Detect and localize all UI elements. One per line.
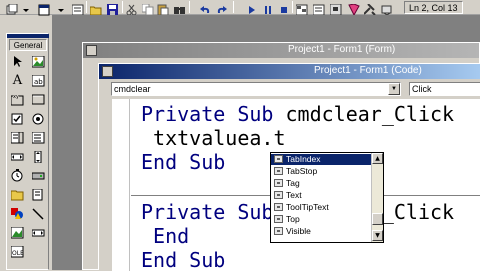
option-button-tool-icon[interactable] bbox=[31, 111, 46, 126]
hscrollbar-tool-icon[interactable] bbox=[10, 149, 25, 164]
run-icon[interactable] bbox=[246, 1, 258, 14]
form-window-title: Project1 - Form1 (Form) bbox=[288, 44, 396, 55]
object-combo-value: cmdclear bbox=[114, 84, 151, 94]
procedure-combo[interactable]: Click bbox=[409, 82, 480, 96]
autocomplete-item[interactable]: Visible bbox=[271, 226, 372, 237]
pointer-tool-icon[interactable] bbox=[10, 54, 25, 69]
stop-icon[interactable] bbox=[278, 1, 290, 13]
redo-icon[interactable] bbox=[216, 1, 228, 13]
property-icon bbox=[274, 203, 283, 211]
code-window-titlebar[interactable]: Project1 - Form1 (Code) bbox=[99, 64, 480, 79]
open-icon[interactable] bbox=[89, 1, 102, 16]
autocomplete-item[interactable]: Text bbox=[271, 190, 372, 201]
form-layout-icon[interactable] bbox=[329, 1, 342, 16]
drive-listbox-tool-icon[interactable] bbox=[31, 168, 46, 183]
checkbox-tool-icon[interactable] bbox=[10, 111, 25, 126]
svg-text:ab: ab bbox=[34, 78, 43, 86]
dir-listbox-tool-icon[interactable] bbox=[10, 187, 25, 202]
undo-icon[interactable] bbox=[200, 1, 212, 13]
save-icon[interactable] bbox=[107, 1, 119, 15]
object-browser-icon[interactable] bbox=[348, 1, 360, 17]
toolbox-titlebar[interactable] bbox=[7, 34, 49, 38]
picturebox-tool-icon[interactable] bbox=[31, 54, 46, 69]
add-project-icon[interactable] bbox=[6, 1, 18, 15]
svg-text:OLE: OLE bbox=[12, 250, 24, 257]
data-view-icon[interactable] bbox=[381, 1, 393, 16]
code-window-title: Project1 - Form1 (Code) bbox=[314, 65, 422, 76]
textbox-tool-icon[interactable]: ab bbox=[31, 73, 46, 88]
file-listbox-tool-icon[interactable] bbox=[31, 187, 46, 202]
add-form-icon[interactable] bbox=[38, 1, 50, 16]
shape-tool-icon[interactable] bbox=[10, 206, 25, 221]
dropdown-arrow-icon[interactable] bbox=[57, 1, 69, 13]
toolbox-panel: General A ab xy OLE bbox=[6, 33, 49, 270]
code-line: End Sub bbox=[141, 248, 226, 271]
cut-icon[interactable] bbox=[126, 1, 138, 16]
menu-editor-icon[interactable] bbox=[71, 1, 84, 16]
autocomplete-item[interactable]: Tag bbox=[271, 178, 372, 189]
svg-text:xy: xy bbox=[13, 94, 19, 100]
data-control-tool-icon[interactable] bbox=[31, 225, 46, 240]
line-tool-icon[interactable] bbox=[31, 206, 46, 221]
pause-icon[interactable] bbox=[262, 1, 274, 14]
procedure-combo-value: Click bbox=[412, 84, 432, 94]
autocomplete-list[interactable]: TabIndex TabStop Tag Text ToolTipText To… bbox=[270, 152, 384, 243]
combobox-tool-icon[interactable] bbox=[10, 130, 25, 145]
dropdown-arrow-icon[interactable] bbox=[22, 1, 34, 13]
autocomplete-scrollbar[interactable]: ▲ ▼ bbox=[371, 153, 383, 242]
project-explorer-icon[interactable] bbox=[295, 1, 308, 16]
code-line: End Sub bbox=[141, 150, 226, 174]
vscrollbar-tool-icon[interactable] bbox=[31, 149, 46, 164]
find-icon[interactable] bbox=[174, 1, 186, 14]
autocomplete-item[interactable]: Top bbox=[271, 214, 372, 225]
command-button-tool-icon[interactable] bbox=[31, 92, 46, 107]
code-window-icon bbox=[102, 66, 113, 77]
property-icon bbox=[274, 167, 283, 175]
toolbox-tab-general[interactable]: General bbox=[9, 39, 47, 51]
autocomplete-item[interactable]: ToolTipText bbox=[271, 202, 372, 213]
autocomplete-item[interactable]: TabStop bbox=[271, 166, 372, 177]
property-icon bbox=[274, 215, 283, 223]
cursor-position-readout: Ln 2, Col 13 bbox=[404, 1, 463, 14]
listbox-tool-icon[interactable] bbox=[31, 130, 46, 145]
label-tool-icon[interactable]: A bbox=[10, 73, 25, 88]
chevron-down-icon[interactable]: ▼ bbox=[388, 83, 400, 95]
scroll-down-icon[interactable]: ▼ bbox=[372, 230, 383, 241]
properties-icon[interactable] bbox=[312, 1, 325, 16]
toolbox-icon[interactable] bbox=[363, 1, 376, 16]
property-icon bbox=[274, 179, 283, 187]
scroll-thumb[interactable] bbox=[372, 213, 383, 225]
paste-icon[interactable] bbox=[157, 1, 169, 16]
image-tool-icon[interactable] bbox=[10, 225, 25, 240]
autocomplete-item[interactable]: TabIndex bbox=[271, 154, 372, 165]
timer-tool-icon[interactable] bbox=[10, 168, 25, 183]
ole-tool-icon[interactable]: OLE bbox=[10, 244, 25, 259]
form-window-icon bbox=[86, 45, 97, 56]
property-icon bbox=[274, 227, 283, 235]
property-icon bbox=[274, 155, 283, 163]
frame-tool-icon[interactable]: xy bbox=[10, 92, 25, 107]
object-combo[interactable]: cmdclear ▼ bbox=[111, 82, 401, 96]
code-line: txtvaluea.t bbox=[141, 126, 286, 150]
editor-margin[interactable] bbox=[112, 99, 130, 271]
scroll-up-icon[interactable]: ▲ bbox=[372, 153, 383, 164]
property-icon bbox=[274, 191, 283, 199]
copy-icon[interactable] bbox=[141, 1, 154, 16]
standard-toolbar: Ln 2, Col 13 bbox=[0, 0, 480, 17]
code-line: End bbox=[141, 224, 190, 248]
form-window-titlebar[interactable]: Project1 - Form1 (Form) bbox=[83, 43, 479, 58]
code-line: Private Sub cmdclear_Click bbox=[141, 102, 455, 126]
